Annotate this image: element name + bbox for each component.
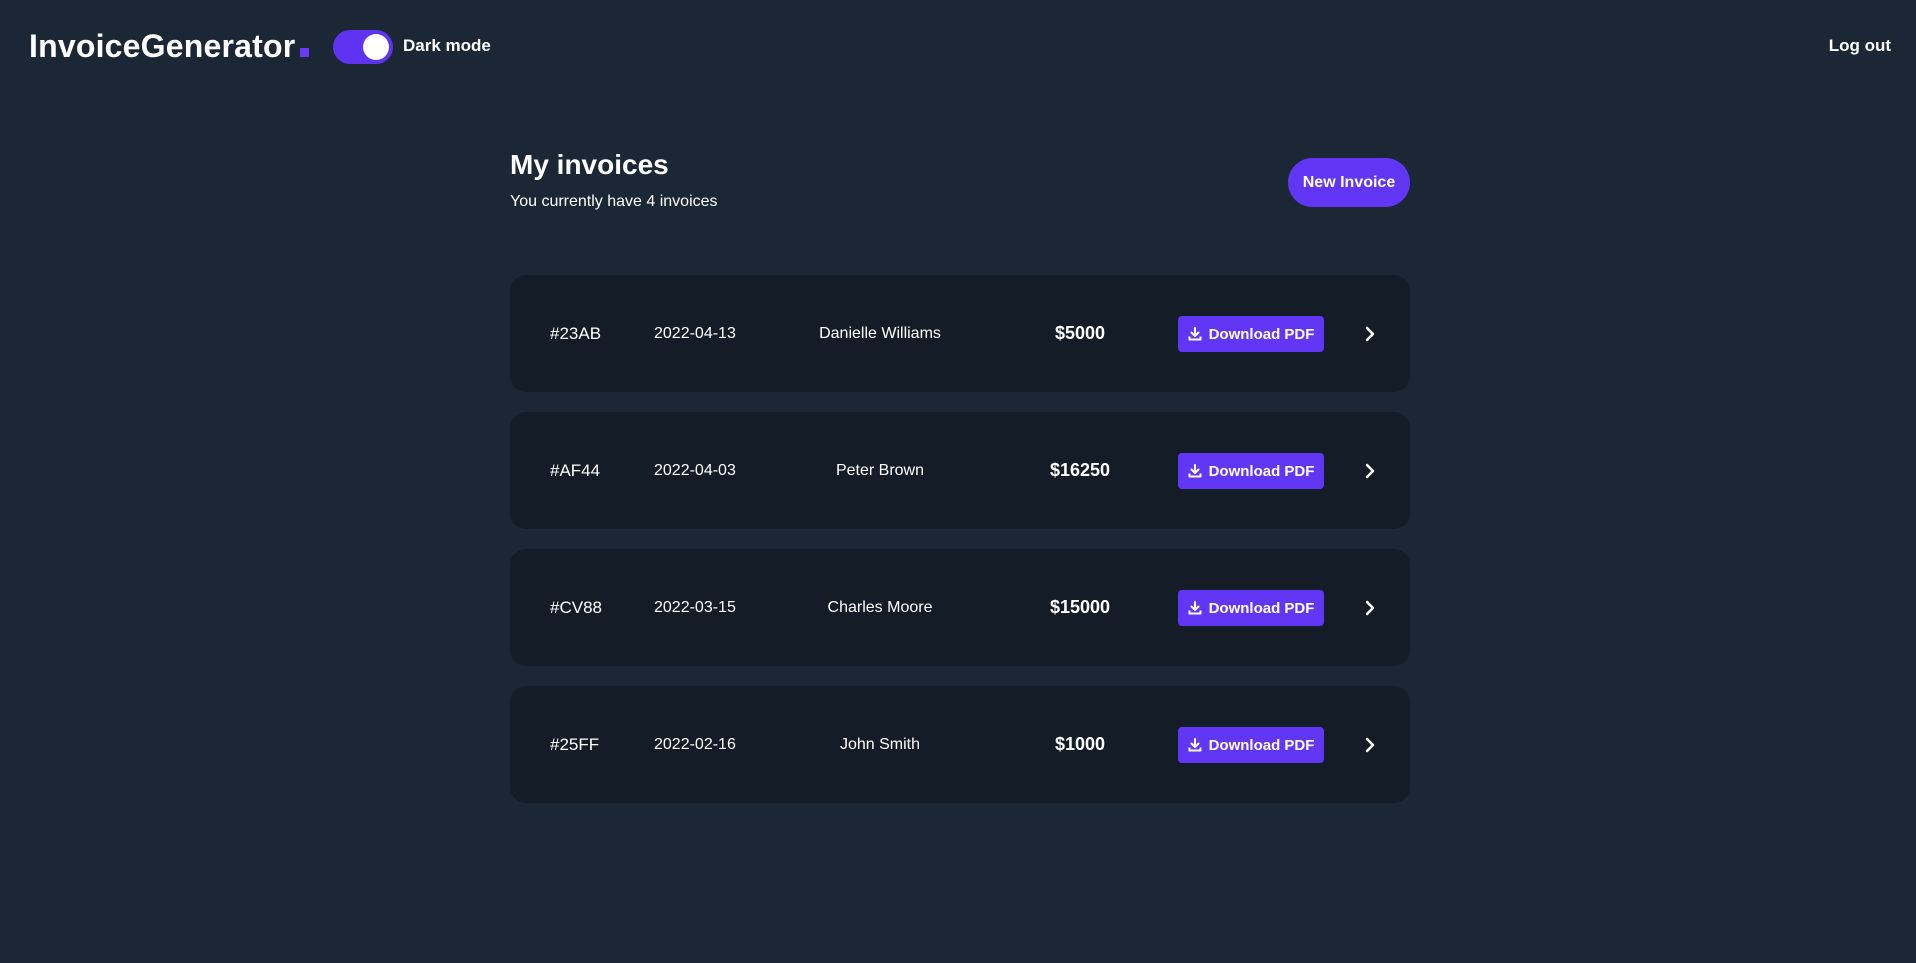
download-pdf-button[interactable]: Download PDF: [1178, 453, 1324, 489]
invoice-id: #AF44: [550, 460, 601, 480]
invoice-amount: $15000: [1049, 597, 1111, 617]
invoice-id: #CV88: [550, 597, 602, 617]
logout-link[interactable]: Log out: [1829, 36, 1891, 56]
chevron-right-icon[interactable]: [1358, 733, 1382, 757]
chevron-right-icon[interactable]: [1358, 322, 1382, 346]
chevron-right-icon[interactable]: [1358, 596, 1382, 620]
top-bar: InvoiceGenerator Dark mode Log out: [0, 0, 1916, 96]
invoice-id: #25FF: [550, 734, 600, 754]
invoice-row[interactable]: #CV88 2022-03-15 Charles Moore $15000 Do…: [510, 549, 1410, 666]
dark-mode-label: Dark mode: [403, 36, 491, 55]
invoice-amount: $16250: [1049, 460, 1111, 480]
invoice-amount: $5000: [1054, 323, 1106, 343]
invoice-id: #23AB: [550, 323, 602, 343]
download-icon: [1188, 738, 1202, 752]
invoice-row[interactable]: #AF44 2022-04-03 Peter Brown $16250 Down…: [510, 412, 1410, 529]
dark-mode-toggle-knob: [363, 34, 389, 60]
invoice-row[interactable]: #23AB 2022-04-13 Danielle Williams $5000…: [510, 275, 1410, 392]
invoice-date: 2022-03-15: [654, 598, 736, 616]
invoice-count-text: You currently have 4 invoices: [510, 193, 718, 210]
download-pdf-label: Download PDF: [1208, 462, 1315, 480]
download-pdf-label: Download PDF: [1208, 599, 1315, 617]
download-pdf-button[interactable]: Download PDF: [1178, 727, 1324, 763]
download-icon: [1188, 601, 1202, 615]
download-pdf-button[interactable]: Download PDF: [1178, 316, 1324, 352]
invoice-client: Danielle Williams: [819, 324, 941, 342]
download-icon: [1188, 327, 1202, 341]
download-pdf-button[interactable]: Download PDF: [1178, 590, 1324, 626]
invoices-page: My invoices You currently have 4 invoice…: [510, 140, 1410, 803]
invoice-date: 2022-04-03: [654, 461, 736, 479]
invoice-amount: $1000: [1054, 734, 1106, 754]
app-logo-text: InvoiceGenerator: [29, 28, 296, 64]
new-invoice-button[interactable]: New Invoice: [1288, 158, 1410, 207]
invoice-date: 2022-02-16: [654, 735, 736, 753]
logo-dot: [300, 48, 310, 57]
download-icon: [1188, 464, 1202, 478]
app-logo[interactable]: InvoiceGenerator: [29, 26, 310, 66]
chevron-right-icon[interactable]: [1358, 459, 1382, 483]
download-pdf-label: Download PDF: [1208, 736, 1315, 754]
dark-mode-toggle[interactable]: [333, 30, 393, 64]
page-title: My invoices: [510, 149, 669, 180]
invoice-date: 2022-04-13: [654, 324, 736, 342]
invoice-list: #23AB 2022-04-13 Danielle Williams $5000…: [510, 275, 1410, 823]
invoice-row[interactable]: #25FF 2022-02-16 John Smith $1000 Downlo…: [510, 686, 1410, 803]
invoice-client: John Smith: [839, 735, 921, 753]
invoice-client: Peter Brown: [835, 461, 925, 479]
download-pdf-label: Download PDF: [1208, 325, 1315, 343]
invoice-client: Charles Moore: [827, 598, 933, 616]
